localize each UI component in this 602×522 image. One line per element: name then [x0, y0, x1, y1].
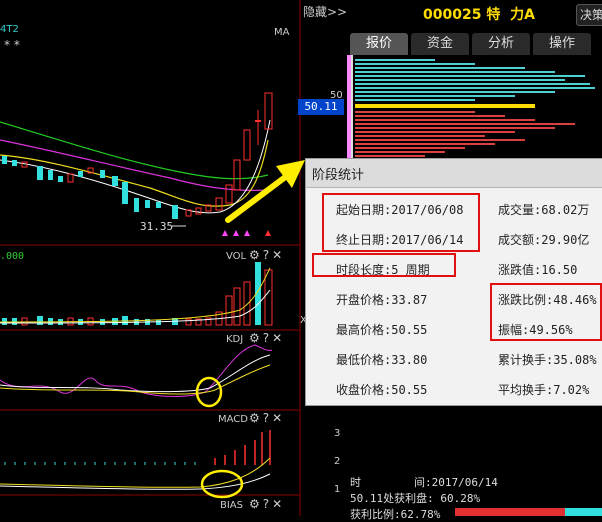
tab-funds[interactable]: 资金	[411, 33, 469, 55]
close-price: 收盘价格:50.55	[336, 383, 428, 397]
candlesticks	[2, 92, 273, 219]
decision-button[interactable]: 决策	[576, 4, 602, 26]
kdj-line-magenta	[0, 344, 273, 397]
period-markers	[222, 230, 271, 236]
chip-ratio-line: 获利比例:62.78%	[350, 508, 441, 521]
tab-quote[interactable]: 报价	[350, 33, 408, 55]
macd-panel-controls[interactable]: ⚙?✕	[249, 411, 285, 425]
help-icon[interactable]: ?	[263, 497, 272, 511]
vol-value: .000	[0, 251, 25, 262]
popup-title: 阶段统计	[312, 168, 365, 183]
bias-label: BIAS	[220, 500, 243, 511]
change-value: 涨跌值:16.50	[498, 263, 578, 277]
ma-label: MA	[274, 27, 290, 38]
profit-ratio-bar-red	[455, 508, 565, 516]
volume: 成交量:68.02万	[498, 203, 590, 217]
settings-gear-icon[interactable]: ⚙	[249, 497, 263, 511]
period-length-highlight-box	[312, 253, 456, 277]
date-range-highlight-box	[322, 193, 480, 252]
settings-gear-icon[interactable]: ⚙	[249, 248, 263, 262]
stage-stats-popup[interactable]: 阶段统计 起始日期:2017/06/08 终止日期:2017/06/14 时段长…	[305, 158, 602, 406]
profit-ratio-bar-cyan	[565, 508, 602, 516]
close-icon[interactable]: ✕	[272, 248, 285, 262]
low-price-marker: 31.35	[140, 220, 174, 233]
settings-gear-icon[interactable]: ⚙	[249, 331, 263, 345]
average-turnover: 平均换手:7.02%	[498, 383, 590, 397]
tab-analysis[interactable]: 分析	[472, 33, 530, 55]
bias-panel-controls[interactable]: ⚙?✕	[249, 497, 285, 511]
close-icon[interactable]: ✕	[272, 331, 285, 345]
vol-panel-controls[interactable]: ⚙?✕	[249, 248, 285, 262]
macd-axis-3: 3	[334, 428, 341, 439]
stock-name: 特 力A	[486, 7, 535, 23]
popup-header[interactable]: 阶段统计	[306, 159, 602, 188]
vol-label: VOL	[226, 251, 247, 262]
close-icon[interactable]: ✕	[272, 411, 285, 425]
volume-bars	[2, 262, 273, 326]
low-price: 最低价格:33.80	[336, 353, 428, 367]
chip-profit-line: 50.11处获利盘: 60.28%	[350, 492, 481, 505]
kline-chart-svg	[0, 0, 305, 516]
current-price-tag: 50.11	[298, 99, 344, 115]
settings-gear-icon[interactable]: ⚙	[249, 411, 263, 425]
stock-title: 000025 特 力A	[423, 4, 535, 24]
hide-panel-button[interactable]: 隐藏>>	[303, 3, 347, 20]
macd-axis-1: 1	[334, 484, 341, 495]
cumulative-turnover: 累计换手:35.08%	[498, 353, 597, 367]
close-icon[interactable]: ✕	[272, 497, 285, 511]
stock-code: 000025	[423, 7, 482, 23]
chip-distribution	[347, 55, 595, 160]
macd-red-bars	[214, 430, 271, 465]
help-icon[interactable]: ?	[263, 331, 272, 345]
kdj-panel-controls[interactable]: ⚙?✕	[249, 331, 285, 345]
open-price: 开盘价格:33.87	[336, 293, 428, 307]
ma-line-magenta	[0, 139, 269, 191]
chip-time-line: 时 间:2017/06/14	[350, 476, 498, 489]
tab-operation[interactable]: 操作	[533, 33, 591, 55]
macd-bars	[4, 462, 196, 465]
kdj-label: KDJ	[226, 334, 244, 345]
help-icon[interactable]: ?	[263, 248, 272, 262]
macd-label: MACD	[218, 414, 248, 425]
asterisk-markers: * *	[4, 38, 20, 52]
ma-params-label: 4T2	[0, 24, 19, 35]
help-icon[interactable]: ?	[263, 411, 272, 425]
high-price: 最高价格:50.55	[336, 323, 428, 337]
kline-chart-area[interactable]: 4T2 * * MA 31.35 .000 VOL ⚙?✕ KDJ ⚙?✕ MA…	[0, 0, 345, 516]
macd-axis-2: 2	[334, 456, 341, 467]
change-amplitude-highlight-box	[490, 283, 602, 341]
amount: 成交额:29.90亿	[498, 233, 590, 247]
